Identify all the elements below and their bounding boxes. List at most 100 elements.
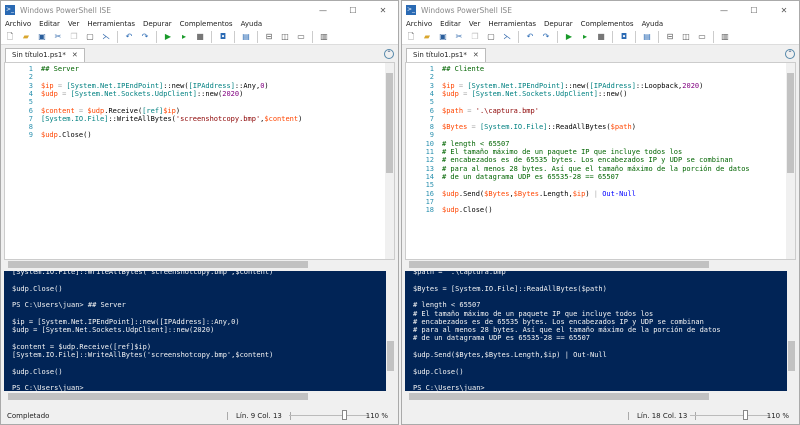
code-token: Out-Null (602, 189, 636, 198)
menu-complementos[interactable]: Complementos (581, 19, 634, 29)
cut-icon[interactable]: ✂ (454, 32, 464, 42)
console-pane[interactable]: $path = '.\captura.bmp' $Bytes = [System.… (405, 271, 796, 391)
tab-script[interactable]: Sin título1.ps1* ✕ (5, 48, 85, 63)
script-editor[interactable]: 1 ## Cliente 2 3 $ip = [System.Net.IPEndPoin… (405, 62, 796, 260)
open-icon[interactable]: ▰ (422, 32, 432, 42)
menu-ayuda[interactable]: Ayuda (642, 19, 664, 29)
menu-ver[interactable]: Ver (469, 19, 480, 29)
editor-hscrollbar[interactable] (405, 260, 796, 269)
console-icon[interactable]: ▤ (642, 32, 652, 42)
editor-hscrollbar[interactable] (4, 260, 395, 269)
title-bar: >_ Windows PowerShell ISE — ☐ ✕ (1, 1, 398, 19)
menu-editar[interactable]: Editar (39, 19, 60, 29)
maximize-button[interactable]: ☐ (338, 6, 368, 15)
tab-script[interactable]: Sin título1.ps1* ✕ (406, 48, 486, 63)
stop-icon[interactable]: ■ (195, 32, 205, 42)
ise-window-client: >_ Windows PowerShell ISE — ☐ ✕ Archivo Edi… (401, 0, 800, 425)
code-token: = (458, 89, 472, 98)
layout-max-icon[interactable]: ▭ (296, 32, 306, 42)
code-token: = (467, 123, 480, 132)
menu-depurar[interactable]: Depurar (544, 19, 573, 29)
menu-archivo[interactable]: Archivo (406, 19, 432, 29)
console-hscrollbar[interactable] (4, 392, 395, 401)
new-icon[interactable]: 🗋 (5, 32, 15, 42)
console-icon[interactable]: ▤ (241, 32, 251, 42)
close-button[interactable]: ✕ (769, 6, 799, 15)
layout-right-icon[interactable]: ◫ (681, 32, 691, 42)
line-number: 5 (429, 98, 434, 107)
layout-max-icon[interactable]: ▭ (697, 32, 707, 42)
collapse-icon[interactable]: ⌃ (785, 49, 795, 59)
collapse-icon[interactable]: ⌃ (384, 49, 394, 59)
line-number: 5 (28, 98, 33, 107)
menu-ver[interactable]: Ver (68, 19, 79, 29)
menu-herramientas[interactable]: Herramientas (488, 19, 536, 29)
console-line: # encabezados es de 65535 bytes. Los enc… (413, 317, 704, 326)
close-tab-icon[interactable]: ✕ (72, 51, 78, 59)
clear-icon[interactable]: ⋋ (502, 32, 512, 42)
menu-herramientas[interactable]: Herramientas (87, 19, 135, 29)
code-line: ## Server (41, 65, 79, 73)
code-token: | (589, 189, 603, 198)
run-selection-icon[interactable]: ▸ (179, 32, 189, 42)
run-icon[interactable]: ▶ (163, 32, 173, 42)
redo-icon[interactable]: ↷ (140, 32, 150, 42)
new-icon[interactable]: 🗋 (406, 32, 416, 42)
layout-top-icon[interactable]: ⊟ (264, 32, 274, 42)
editor-scrollbar[interactable] (786, 63, 795, 259)
paste-icon[interactable]: ▢ (85, 32, 95, 42)
cut-icon[interactable]: ✂ (53, 32, 63, 42)
commands-icon[interactable]: ▥ (319, 32, 329, 42)
code-line: $ip = [System.Net.IPEndPoint]::new([IPAd… (41, 82, 269, 90)
menu-complementos[interactable]: Complementos (180, 19, 233, 29)
console-line: $path = '.\captura.bmp' (413, 271, 510, 276)
console-scrollbar[interactable] (386, 271, 395, 391)
zoom-slider[interactable] (289, 410, 369, 420)
redo-icon[interactable]: ↷ (541, 32, 551, 42)
remote-icon[interactable]: ◘ (619, 32, 629, 42)
console-hscrollbar[interactable] (405, 392, 796, 401)
menu-ayuda[interactable]: Ayuda (241, 19, 263, 29)
copy-icon[interactable]: ❐ (470, 32, 480, 42)
line-number: 8 (429, 123, 434, 132)
save-icon[interactable]: ▣ (438, 32, 448, 42)
paste-icon[interactable]: ▢ (486, 32, 496, 42)
console-pane[interactable]: [System.IO.File]::WriteAllBytes('screens… (4, 271, 395, 391)
minimize-button[interactable]: — (709, 6, 739, 15)
open-icon[interactable]: ▰ (21, 32, 31, 42)
commands-icon[interactable]: ▥ (720, 32, 730, 42)
zoom-slider-knob[interactable] (341, 410, 347, 420)
line-number: 4 (28, 89, 33, 98)
code-line: $path = '.\captura.bmp' (442, 107, 539, 115)
zoom-slider-knob[interactable] (742, 410, 748, 420)
run-icon[interactable]: ▶ (564, 32, 574, 42)
menu-depurar[interactable]: Depurar (143, 19, 172, 29)
close-button[interactable]: ✕ (368, 6, 398, 15)
code-token: .Send( (458, 189, 485, 198)
status-text: Completado (7, 411, 50, 420)
maximize-button[interactable]: ☐ (739, 6, 769, 15)
code-token: [System.Net.IPEndPoint] (66, 81, 164, 90)
code-token: ## Server (41, 65, 79, 73)
zoom-slider[interactable] (690, 410, 770, 420)
layout-right-icon[interactable]: ◫ (280, 32, 290, 42)
stop-icon[interactable]: ■ (596, 32, 606, 42)
copy-icon[interactable]: ❐ (69, 32, 79, 42)
remote-icon[interactable]: ◘ (218, 32, 228, 42)
undo-icon[interactable]: ↶ (124, 32, 134, 42)
script-editor[interactable]: 1 ## Server 2 3 $ip = [System.Net.IPEndPoint… (4, 62, 395, 260)
minimize-button[interactable]: — (308, 6, 338, 15)
code-line: $ip = [System.Net.IPEndPoint]::new([IPAd… (442, 82, 703, 90)
menu-editar[interactable]: Editar (440, 19, 461, 29)
clear-icon[interactable]: ⋋ (101, 32, 111, 42)
line-number: 4 (429, 89, 434, 98)
line-number: 7 (28, 114, 33, 123)
console-scrollbar[interactable] (787, 271, 796, 391)
menu-archivo[interactable]: Archivo (5, 19, 31, 29)
save-icon[interactable]: ▣ (37, 32, 47, 42)
undo-icon[interactable]: ↶ (525, 32, 535, 42)
layout-top-icon[interactable]: ⊟ (665, 32, 675, 42)
close-tab-icon[interactable]: ✕ (473, 51, 479, 59)
editor-scrollbar[interactable] (385, 63, 394, 259)
run-selection-icon[interactable]: ▸ (580, 32, 590, 42)
